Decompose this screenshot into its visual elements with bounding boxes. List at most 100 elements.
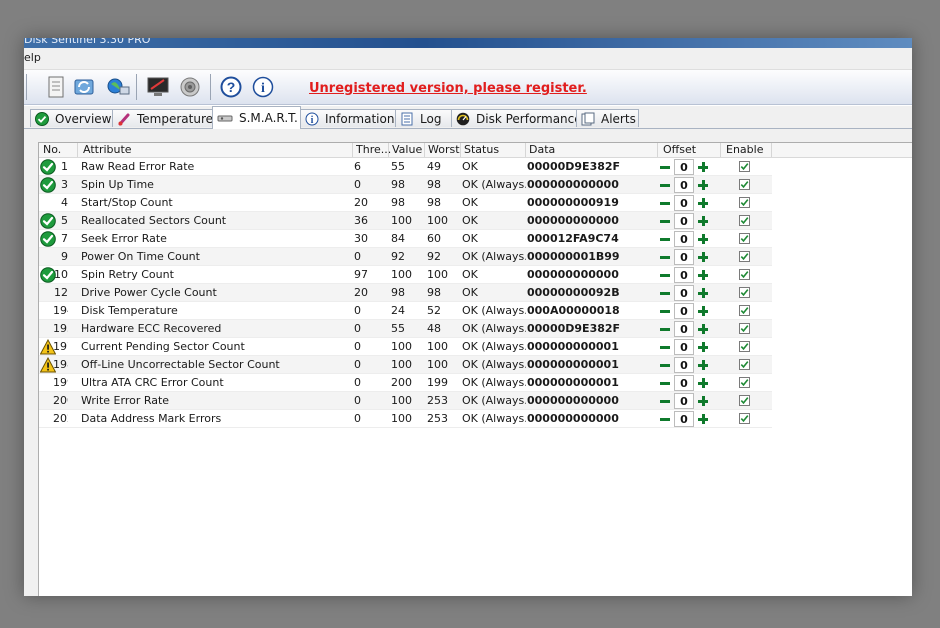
table-row[interactable]: 200Write Error Rate0100253OK (Always...0… bbox=[39, 392, 772, 410]
increment-button[interactable] bbox=[695, 231, 711, 247]
enable-checkbox[interactable] bbox=[739, 395, 750, 406]
decrement-button[interactable] bbox=[657, 303, 673, 319]
tab-overview[interactable]: Overview bbox=[30, 109, 113, 127]
decrement-button[interactable] bbox=[657, 267, 673, 283]
menu-help[interactable]: elp bbox=[24, 51, 41, 64]
column-threshold[interactable]: Thre... bbox=[356, 143, 391, 157]
offset-stepper[interactable]: 0 bbox=[657, 195, 711, 211]
offset-stepper[interactable]: 0 bbox=[657, 159, 711, 175]
column-value[interactable]: Value bbox=[392, 143, 422, 157]
table-row[interactable]: 3Spin Up Time09898OK (Always...000000000… bbox=[39, 176, 772, 194]
table-row[interactable]: 5 Reallocated Sectors Count 36 100 100 OK 0000… bbox=[39, 212, 772, 230]
decrement-button[interactable] bbox=[657, 321, 673, 337]
decrement-button[interactable] bbox=[657, 231, 673, 247]
decrement-button[interactable] bbox=[657, 375, 673, 391]
column-attribute[interactable]: Attribute bbox=[83, 143, 132, 157]
table-row[interactable]: 195 Hardware ECC Recovered 0 55 48 OK (Always… bbox=[39, 320, 772, 338]
monitor-button[interactable] bbox=[146, 75, 170, 99]
table-row[interactable]: 7 Seek Error Rate 30 84 60 OK 000012FA9C74 0 bbox=[39, 230, 772, 248]
table-row[interactable]: 12 Drive Power Cycle Count 20 98 98 OK 0000000… bbox=[39, 284, 772, 302]
table-row[interactable]: 1 Raw Read Error Rate 6 55 49 OK 00000D9E382F 0 bbox=[39, 158, 772, 176]
increment-button[interactable] bbox=[695, 267, 711, 283]
tab-information[interactable]: i Information bbox=[300, 109, 396, 127]
increment-button[interactable] bbox=[695, 411, 711, 427]
increment-button[interactable] bbox=[695, 321, 711, 337]
enable-checkbox[interactable] bbox=[739, 341, 750, 352]
enable-checkbox[interactable] bbox=[739, 269, 750, 280]
enable-checkbox[interactable] bbox=[739, 179, 750, 190]
tab-s-m-a-r-t[interactable]: S.M.A.R.T. bbox=[212, 106, 301, 129]
decrement-button[interactable] bbox=[657, 285, 673, 301]
column-divider[interactable] bbox=[525, 143, 526, 157]
increment-button[interactable] bbox=[695, 159, 711, 175]
column-no[interactable]: No. bbox=[43, 143, 61, 157]
enable-checkbox[interactable] bbox=[739, 161, 750, 172]
enable-checkbox[interactable] bbox=[739, 233, 750, 244]
tab-alerts[interactable]: Alerts bbox=[576, 109, 639, 127]
table-row[interactable]: 198 Off-Line Uncorrectable Sector Count 0 1… bbox=[39, 356, 772, 374]
column-divider[interactable] bbox=[657, 143, 658, 157]
tab-temperature[interactable]: Temperature bbox=[112, 109, 213, 127]
increment-button[interactable] bbox=[695, 177, 711, 193]
offset-stepper[interactable]: 0 bbox=[657, 357, 711, 373]
column-divider[interactable] bbox=[424, 143, 425, 157]
table-row[interactable]: 197 Current Pending Sector Count 0 100 100 OK… bbox=[39, 338, 772, 356]
table-row[interactable]: 10 Spin Retry Count 97 100 100 OK 000000000000… bbox=[39, 266, 772, 284]
increment-button[interactable] bbox=[695, 213, 711, 229]
decrement-button[interactable] bbox=[657, 411, 673, 427]
offset-stepper[interactable]: 0 bbox=[657, 321, 711, 337]
offset-stepper[interactable]: 0 bbox=[657, 231, 711, 247]
column-divider[interactable] bbox=[460, 143, 461, 157]
column-status[interactable]: Status bbox=[464, 143, 499, 157]
enable-checkbox[interactable] bbox=[739, 359, 750, 370]
offset-stepper[interactable]: 0 bbox=[657, 303, 711, 319]
decrement-button[interactable] bbox=[657, 339, 673, 355]
decrement-button[interactable] bbox=[657, 195, 673, 211]
enable-checkbox[interactable] bbox=[739, 305, 750, 316]
decrement-button[interactable] bbox=[657, 177, 673, 193]
title-bar[interactable]: Disk Sentinel 3.30 PRO bbox=[24, 38, 912, 48]
table-row[interactable]: 202 Data Address Mark Errors 0 100 253 OK (Al… bbox=[39, 410, 772, 428]
register-link[interactable]: Unregistered version, please register. bbox=[309, 81, 587, 96]
decrement-button[interactable] bbox=[657, 393, 673, 409]
offset-stepper[interactable]: 0 bbox=[657, 375, 711, 391]
offset-stepper[interactable]: 0 bbox=[657, 267, 711, 283]
tab-disk-performance[interactable]: Disk Performance bbox=[451, 109, 582, 127]
decrement-button[interactable] bbox=[657, 159, 673, 175]
offset-stepper[interactable]: 0 bbox=[657, 177, 711, 193]
column-divider[interactable] bbox=[388, 143, 389, 157]
decrement-button[interactable] bbox=[657, 249, 673, 265]
network-button[interactable] bbox=[106, 75, 130, 99]
increment-button[interactable] bbox=[695, 357, 711, 373]
info-button[interactable]: i bbox=[251, 75, 275, 99]
column-worst[interactable]: Worst bbox=[428, 143, 460, 157]
column-divider[interactable] bbox=[77, 143, 78, 157]
offset-stepper[interactable]: 0 bbox=[657, 339, 711, 355]
column-divider[interactable] bbox=[352, 143, 353, 157]
column-divider[interactable] bbox=[720, 143, 721, 157]
column-enable[interactable]: Enable bbox=[726, 143, 763, 157]
enable-checkbox[interactable] bbox=[739, 215, 750, 226]
column-divider[interactable] bbox=[771, 143, 772, 157]
enable-checkbox[interactable] bbox=[739, 251, 750, 262]
table-row[interactable]: 194Disk Temperature02452OK (Always...000… bbox=[39, 302, 772, 320]
decrement-button[interactable] bbox=[657, 357, 673, 373]
table-row[interactable]: 199 Ultra ATA CRC Error Count 0 200 199 OK (A… bbox=[39, 374, 772, 392]
help-button[interactable]: ? bbox=[219, 75, 243, 99]
increment-button[interactable] bbox=[695, 393, 711, 409]
increment-button[interactable] bbox=[695, 303, 711, 319]
speaker-button[interactable] bbox=[178, 75, 202, 99]
enable-checkbox[interactable] bbox=[739, 323, 750, 334]
offset-stepper[interactable]: 0 bbox=[657, 249, 711, 265]
offset-stepper[interactable]: 0 bbox=[657, 213, 711, 229]
increment-button[interactable] bbox=[695, 195, 711, 211]
column-data[interactable]: Data bbox=[529, 143, 555, 157]
offset-stepper[interactable]: 0 bbox=[657, 285, 711, 301]
document-button[interactable] bbox=[44, 75, 68, 99]
increment-button[interactable] bbox=[695, 249, 711, 265]
table-row[interactable]: 4 Start/Stop Count 20 98 98 OK 000000000919 0 bbox=[39, 194, 772, 212]
tab-log[interactable]: Log bbox=[395, 109, 452, 127]
smart-table[interactable]: No. Attribute Thre... Value Worst Status… bbox=[38, 142, 912, 596]
enable-checkbox[interactable] bbox=[739, 413, 750, 424]
enable-checkbox[interactable] bbox=[739, 197, 750, 208]
